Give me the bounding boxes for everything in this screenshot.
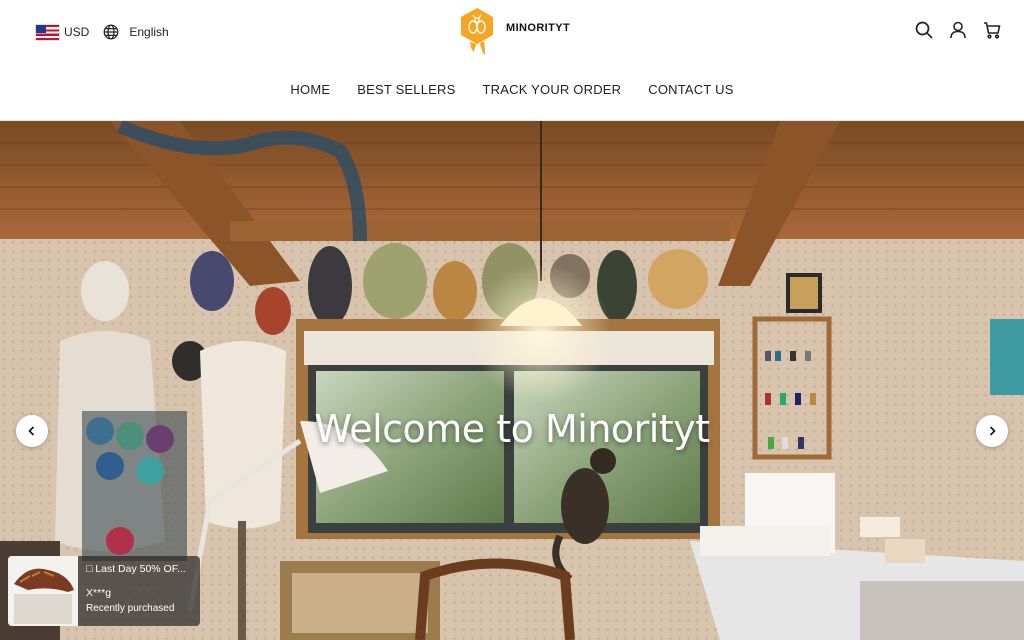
popup-status: Recently purchased xyxy=(86,603,175,614)
brand-name: MINORITYT xyxy=(506,22,571,34)
us-flag-icon[interactable] xyxy=(36,24,59,40)
header-actions xyxy=(914,20,1002,40)
language-selector[interactable]: English xyxy=(129,25,168,39)
globe-icon[interactable] xyxy=(103,24,119,40)
chevron-right-icon xyxy=(989,426,996,436)
cart-icon[interactable] xyxy=(982,20,1002,40)
currency-selector[interactable]: USD xyxy=(64,25,89,39)
hero-title: Welcome to Minorityt xyxy=(314,407,710,451)
recent-purchase-popup[interactable]: □ Last Day 50% OF... X***g Recently purc… xyxy=(8,556,200,626)
slider-next-button[interactable] xyxy=(976,415,1008,447)
brand-logo[interactable]: MINORITYT xyxy=(458,6,570,56)
user-icon[interactable] xyxy=(948,20,968,40)
product-thumbnail[interactable] xyxy=(8,556,78,626)
search-icon[interactable] xyxy=(914,20,934,40)
nav-track-order[interactable]: TRACK YOUR ORDER xyxy=(483,82,622,97)
bee-logo-icon xyxy=(461,8,493,55)
chevron-left-icon xyxy=(28,426,35,436)
slider-prev-button[interactable] xyxy=(16,415,48,447)
main-nav: HOME BEST SELLERS TRACK YOUR ORDER CONTA… xyxy=(0,82,1024,97)
nav-best-sellers[interactable]: BEST SELLERS xyxy=(357,82,455,97)
popup-content: □ Last Day 50% OF... X***g Recently purc… xyxy=(78,556,200,626)
nav-home[interactable]: HOME xyxy=(290,82,330,97)
nav-contact-us[interactable]: CONTACT US xyxy=(648,82,733,97)
site-header: USD English MINORITYT HOME BEST SELLERS … xyxy=(0,0,1024,121)
popup-product-title[interactable]: □ Last Day 50% OF... xyxy=(86,561,200,577)
popup-buyer-name: X***g xyxy=(86,587,112,599)
locale-switcher: USD English xyxy=(36,22,169,42)
